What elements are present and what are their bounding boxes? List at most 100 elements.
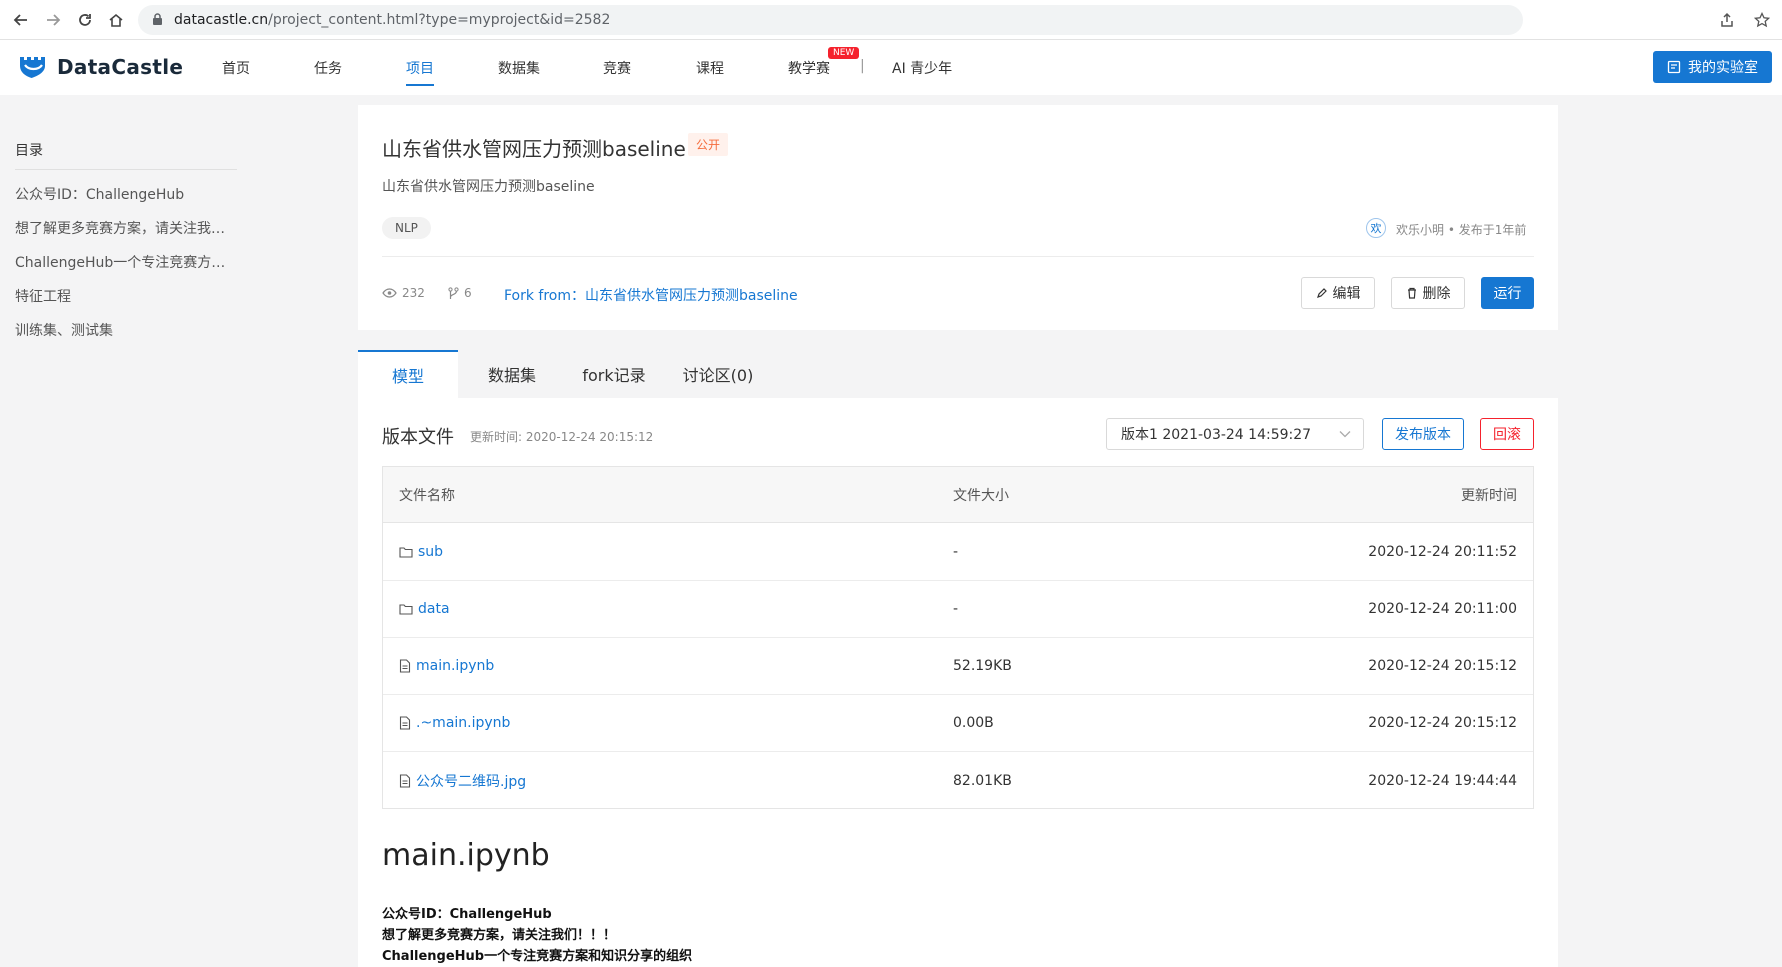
logo-text: DataCastle (57, 55, 184, 79)
table-row[interactable]: .~main.ipynb 0.00B 2020-12-24 20:15:12 (383, 695, 1533, 752)
file-link[interactable]: data (399, 601, 450, 617)
pencil-icon (1316, 288, 1327, 298)
views-count: 232 (402, 286, 425, 300)
url-text: datacastle.cn/project_content.html?type=… (174, 12, 610, 28)
nav-datasets[interactable]: 数据集 (498, 58, 540, 78)
chevron-down-icon (1339, 431, 1351, 438)
toc-divider (15, 169, 237, 170)
version-files-title: 版本文件 (382, 427, 454, 448)
bookmark-button[interactable] (1751, 9, 1773, 31)
notebook-title: main.ipynb (382, 838, 550, 873)
home-button[interactable] (105, 9, 127, 31)
model-panel: 版本文件 更新时间: 2020-12-24 20:15:12 版本1 2021-… (358, 398, 1558, 967)
new-badge: NEW (828, 47, 860, 59)
file-time: 2020-12-24 20:11:52 (1368, 544, 1517, 560)
table-row[interactable]: main.ipynb 52.19KB 2020-12-24 20:15:12 (383, 638, 1533, 695)
file-link[interactable]: sub (399, 544, 443, 560)
nav-courses[interactable]: 课程 (696, 58, 724, 78)
file-size: 82.01KB (953, 772, 1012, 789)
version-select[interactable]: 版本1 2021-03-24 14:59:27 (1106, 418, 1364, 450)
folder-icon (399, 547, 413, 558)
castle-logo-icon (20, 57, 45, 78)
share-button[interactable] (1716, 9, 1738, 31)
version-updated-time: 更新时间: 2020-12-24 20:15:12 (470, 430, 654, 444)
eye-icon (382, 288, 397, 298)
author-info: 欢乐小明 • 发布于1年前 (1396, 223, 1527, 237)
table-row[interactable]: data - 2020-12-24 20:11:00 (383, 581, 1533, 638)
arrow-left-icon (13, 14, 27, 26)
home-icon (109, 13, 123, 27)
notebook-text-line: 公众号ID：ChallengeHub (382, 907, 552, 922)
file-size: - (953, 601, 959, 617)
arrow-right-icon (47, 14, 61, 26)
reload-button[interactable] (74, 9, 96, 31)
project-tabs: 模型 数据集 fork记录 讨论区(0) (358, 350, 1558, 398)
trash-icon (1407, 287, 1416, 299)
toc-item[interactable]: 训练集、测试集 (15, 320, 233, 340)
file-time: 2020-12-24 20:11:00 (1368, 601, 1517, 617)
nav-teaching-competition[interactable]: 教学赛 (788, 58, 830, 78)
my-lab-label: 我的实验室 (1688, 60, 1758, 76)
toc-item[interactable]: 公众号ID：ChallengeHub (15, 184, 233, 204)
file-icon (399, 773, 411, 788)
delete-label: 删除 (1422, 286, 1451, 302)
nav-home[interactable]: 首页 (222, 58, 250, 78)
site-logo[interactable]: DataCastle (18, 55, 183, 79)
tab-fork-records[interactable]: fork记录 (566, 350, 662, 398)
file-name: sub (418, 544, 444, 560)
nav-projects[interactable]: 项目 (406, 58, 434, 86)
url-host: datacastle.cn (174, 12, 269, 28)
reload-icon (79, 14, 91, 26)
views-stat: 232 (382, 286, 425, 300)
file-link[interactable]: 公众号二维码.jpg (399, 771, 526, 791)
file-name: 公众号二维码.jpg (416, 773, 527, 790)
url-path: /project_content.html?type=myproject&id=… (268, 12, 611, 28)
tab-datasets[interactable]: 数据集 (458, 350, 566, 398)
lock-icon (152, 13, 163, 26)
file-name: .~main.ipynb (416, 715, 511, 731)
address-bar[interactable]: datacastle.cn/project_content.html?type=… (138, 5, 1523, 35)
files-table: 文件名称 文件大小 更新时间 sub - 2020-12-24 20:11:52… (382, 466, 1534, 809)
project-card: 山东省供水管网压力预测baseline 公开 山东省供水管网压力预测baseli… (358, 105, 1558, 330)
publish-version-button[interactable]: 发布版本 (1382, 418, 1464, 450)
run-button[interactable]: 运行 (1481, 277, 1534, 309)
fork-icon (448, 286, 459, 299)
nav-tasks[interactable]: 任务 (314, 58, 342, 78)
star-icon (1754, 12, 1770, 28)
tab-discussion[interactable]: 讨论区(0) (662, 350, 774, 398)
table-row[interactable]: 公众号二维码.jpg 82.01KB 2020-12-24 19:44:44 (383, 752, 1533, 809)
table-header: 文件名称 文件大小 更新时间 (383, 467, 1533, 523)
my-lab-button[interactable]: 我的实验室 (1653, 51, 1772, 83)
file-link[interactable]: main.ipynb (399, 658, 494, 674)
rollback-button[interactable]: 回滚 (1480, 418, 1534, 450)
back-button[interactable] (10, 9, 32, 31)
forward-button[interactable] (42, 9, 64, 31)
file-size: 0.00B (953, 715, 994, 731)
version-selected-value: 版本1 2021-03-24 14:59:27 (1121, 427, 1312, 443)
edit-button[interactable]: 编辑 (1301, 277, 1375, 309)
fork-from-link[interactable]: Fork from：山东省供水管网压力预测baseline (504, 285, 798, 305)
browser-toolbar: datacastle.cn/project_content.html?type=… (0, 0, 1782, 40)
file-time: 2020-12-24 19:44:44 (1368, 772, 1517, 789)
toc-item[interactable]: 特征工程 (15, 286, 233, 306)
folder-icon (399, 604, 413, 615)
notebook-text-line: ChallengeHub一个专注竞赛方案和知识分享的组织 (382, 949, 693, 964)
notebook-text-line: 想了解更多竞赛方案，请关注我们！！！ (382, 928, 617, 943)
nav-separator: | (860, 58, 865, 74)
nav-ai-youth[interactable]: AI 青少年 (892, 58, 952, 78)
tag-nlp[interactable]: NLP (382, 217, 431, 239)
file-link[interactable]: .~main.ipynb (399, 715, 510, 731)
toc-item[interactable]: 想了解更多竞赛方案，请关注我们！！！ (15, 218, 233, 238)
tab-model[interactable]: 模型 (358, 350, 458, 398)
file-icon (399, 659, 411, 673)
delete-button[interactable]: 删除 (1391, 277, 1465, 309)
table-row[interactable]: sub - 2020-12-24 20:11:52 (383, 524, 1533, 581)
toc-title: 目录 (15, 143, 43, 159)
lab-icon (1667, 60, 1681, 74)
nav-competitions[interactable]: 竞赛 (603, 58, 631, 78)
toc-item[interactable]: ChallengeHub一个专注竞赛方案和知识分享的组织 (15, 252, 233, 272)
author-avatar[interactable]: 欢 (1366, 218, 1386, 238)
file-name: main.ipynb (416, 658, 495, 674)
file-name: data (418, 601, 450, 617)
share-icon (1721, 12, 1733, 27)
